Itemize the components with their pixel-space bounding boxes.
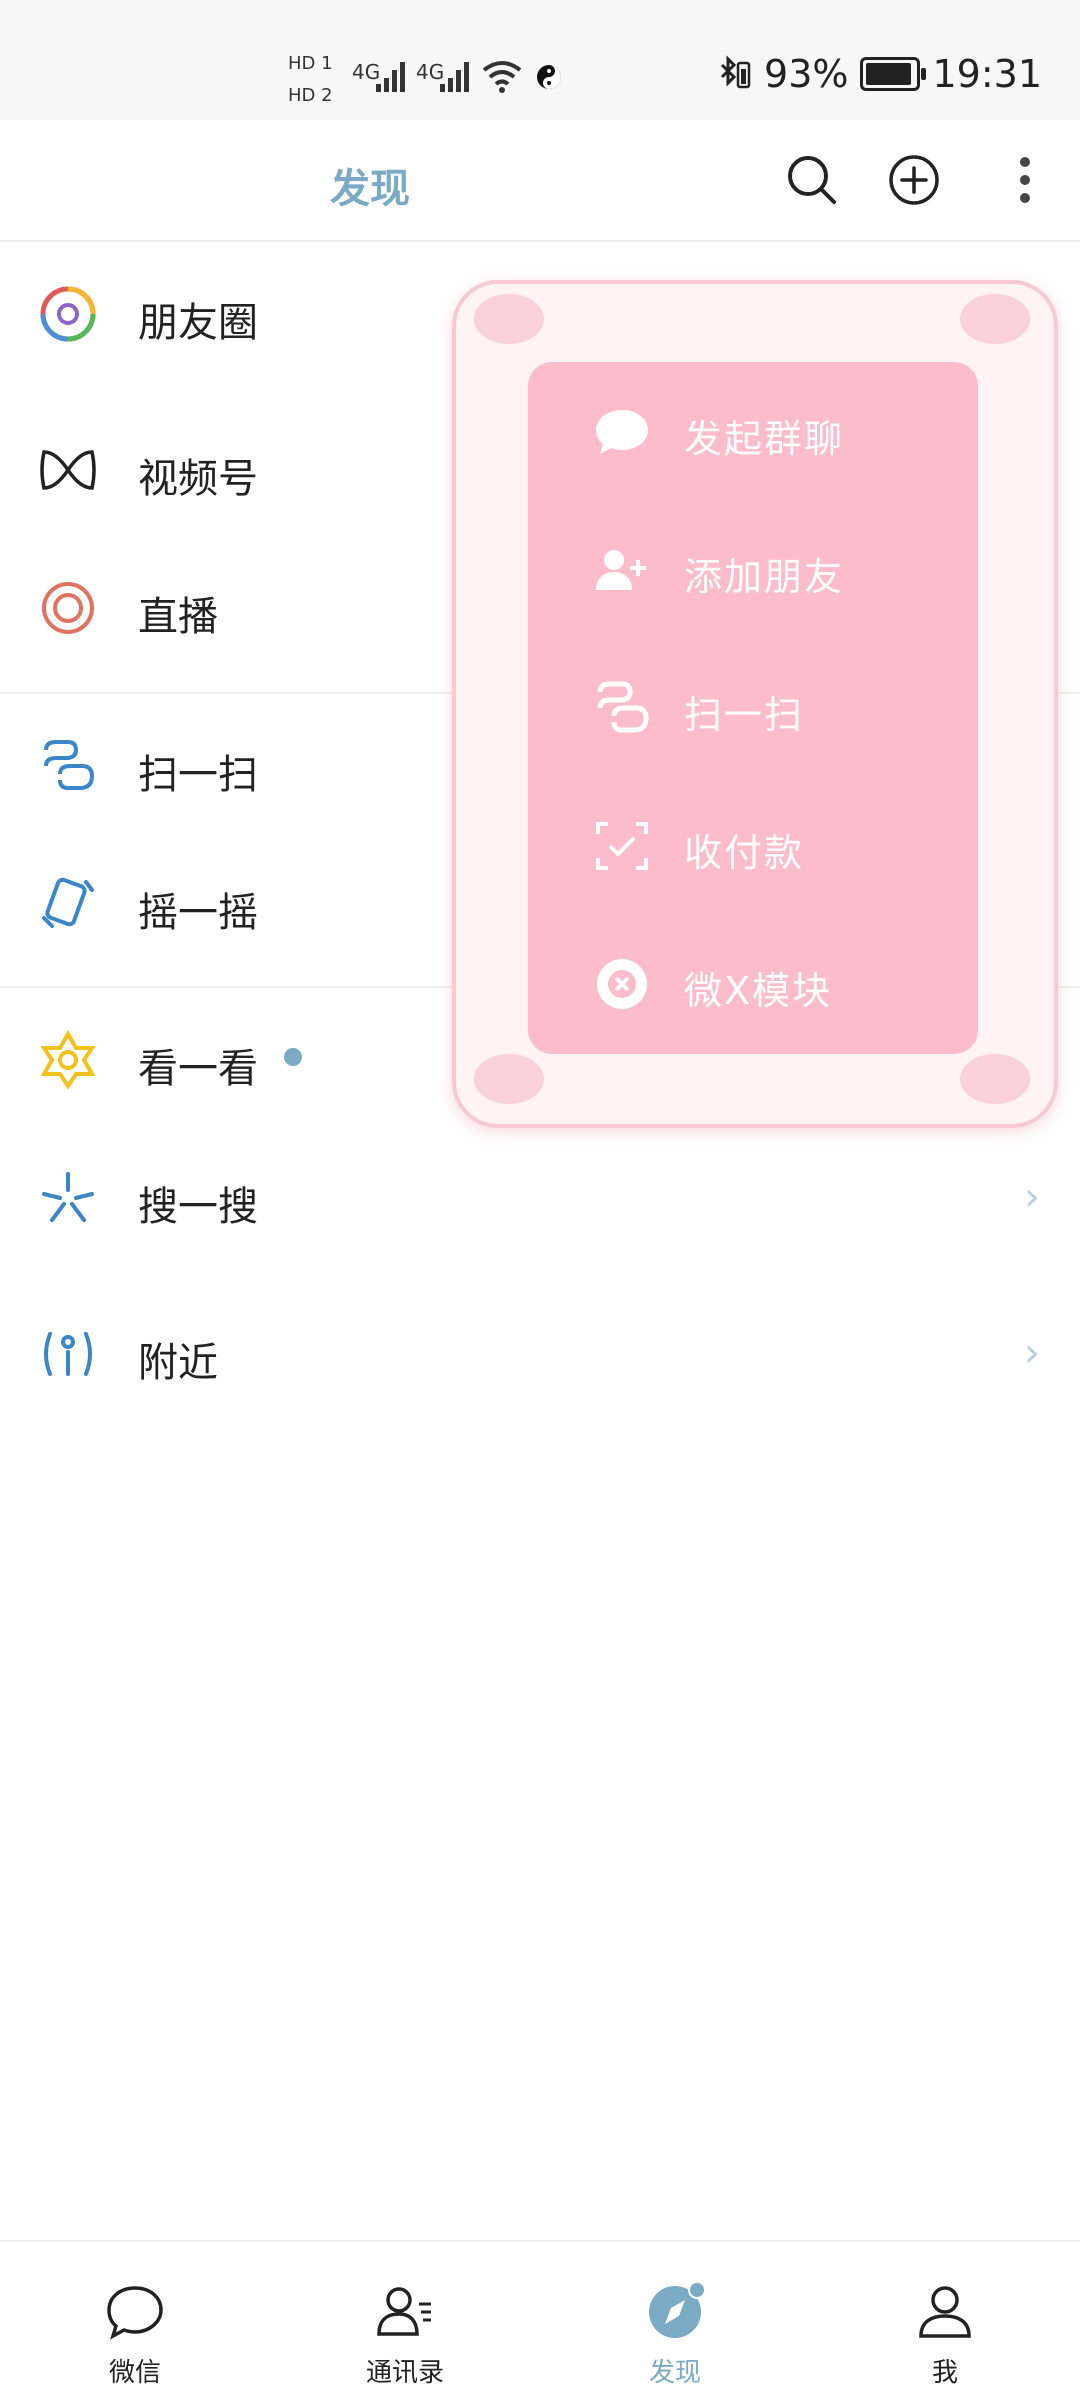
contacts-icon xyxy=(377,2287,431,2336)
scan-icon xyxy=(44,740,95,790)
compass-icon xyxy=(649,2282,705,2338)
nearby-label: 附近 xyxy=(138,1340,218,1386)
sim2-label: HD 2 xyxy=(288,85,333,106)
menu-item-label: 发起群聊 xyxy=(684,417,845,461)
tab-label: 发现 xyxy=(648,2358,701,2388)
tab-chats[interactable]: 微信 xyxy=(0,2242,270,2402)
sim-indicators: HD 1 HD 2 xyxy=(288,48,333,112)
chat-bubble-icon xyxy=(107,2286,163,2340)
tab-me[interactable]: 我 xyxy=(810,2242,1080,2402)
signal-bars-icon xyxy=(376,62,405,92)
chevron-right-icon: › xyxy=(1024,1174,1040,1220)
chat-bubble-icon xyxy=(596,410,648,454)
moments-icon xyxy=(40,286,96,342)
search-feature-icon xyxy=(42,1172,94,1222)
status-bar: HD 1 HD 2 4G 4G 93% 19:31 xyxy=(0,0,1080,120)
shake-label: 摇一摇 xyxy=(138,890,258,936)
tab-label: 微信 xyxy=(108,2358,161,2388)
scan-icon xyxy=(597,681,649,733)
tab-discover[interactable]: 发现 xyxy=(540,2242,810,2402)
menu-item-label: 添加朋友 xyxy=(684,555,845,599)
frame-decoration xyxy=(474,1054,544,1104)
menu-item-label: 收付款 xyxy=(684,831,805,875)
close-circle-icon xyxy=(597,959,647,1009)
menu-item-label: 扫一扫 xyxy=(684,693,805,737)
bluetooth-battery-icon xyxy=(720,55,751,89)
moments-label: 朋友圈 xyxy=(138,300,258,346)
menu-item-group-chat[interactable]: 发起群聊 xyxy=(528,370,978,490)
status-right: 93% 19:31 xyxy=(718,52,1042,96)
search-icon[interactable] xyxy=(782,150,842,210)
popup-menu: 发起群聊 添加朋友 扫一扫 收付款 微X模块 xyxy=(452,280,1058,1128)
signal-bars-icon xyxy=(440,62,469,92)
more-vertical-icon[interactable] xyxy=(995,150,1055,210)
menu-item-module[interactable]: 微X模块 xyxy=(528,922,978,1042)
person-icon xyxy=(919,2286,971,2338)
header: 发现 xyxy=(0,120,1080,242)
battery-percent: 93% xyxy=(764,52,849,96)
nearby-icon xyxy=(44,1332,92,1376)
menu-item-add-friend[interactable]: 添加朋友 xyxy=(528,508,978,628)
live-icon xyxy=(42,582,94,634)
wifi-icon xyxy=(482,61,522,93)
menu-item-scan[interactable]: 扫一扫 xyxy=(528,646,978,766)
channels-icon xyxy=(40,450,96,490)
scan-label: 扫一扫 xyxy=(138,752,258,798)
sim1-label: HD 1 xyxy=(288,53,333,74)
top-stories-icon xyxy=(40,1030,96,1090)
plus-circle-icon[interactable] xyxy=(884,150,944,210)
popup-menu-panel: 发起群聊 添加朋友 扫一扫 收付款 微X模块 xyxy=(528,362,978,1054)
shake-icon xyxy=(42,877,94,928)
top-stories-label: 看一看 xyxy=(138,1046,258,1092)
search-label: 搜一搜 xyxy=(138,1184,258,1230)
live-label: 直播 xyxy=(138,594,218,640)
yin-yang-icon xyxy=(537,65,561,89)
clock: 19:31 xyxy=(932,52,1042,96)
tab-label: 通讯录 xyxy=(365,2358,444,2388)
page-title: 发现 xyxy=(330,166,410,212)
bottom-tab-bar: 微信 通讯录 发现 我 xyxy=(0,2240,1080,2402)
menu-item-payment[interactable]: 收付款 xyxy=(528,784,978,904)
menu-item-label: 微X模块 xyxy=(684,969,833,1013)
chevron-right-icon: › xyxy=(1024,1330,1040,1376)
frame-decoration xyxy=(474,294,544,344)
channels-label: 视频号 xyxy=(138,456,258,502)
payment-icon xyxy=(596,822,648,870)
battery-icon xyxy=(860,57,927,91)
frame-decoration xyxy=(960,1054,1030,1104)
list-item-nearby[interactable]: 附近 › xyxy=(0,1292,1080,1412)
frame-decoration xyxy=(960,294,1030,344)
new-dot-badge xyxy=(284,1048,302,1066)
add-user-icon xyxy=(596,550,646,590)
tab-contacts[interactable]: 通讯录 xyxy=(270,2242,540,2402)
list-item-search[interactable]: 搜一搜 › xyxy=(0,1136,1080,1256)
tab-label: 我 xyxy=(931,2358,958,2388)
